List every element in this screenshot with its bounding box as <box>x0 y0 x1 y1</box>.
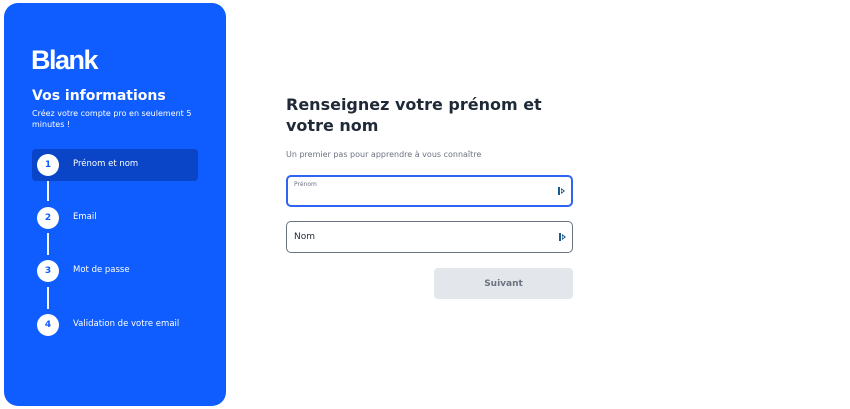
step-prenom-et-nom: 1 Prénom et nom <box>32 149 198 181</box>
first-name-label: Prénom <box>294 181 317 188</box>
next-button[interactable]: Suivant <box>434 268 573 299</box>
step-connector <box>47 233 49 255</box>
step-label: Mot de passe <box>73 265 130 275</box>
step-label: Prénom et nom <box>73 159 139 169</box>
step-validation-email: 4 Validation de votre email <box>32 309 198 341</box>
password-manager-icon[interactable] <box>558 186 566 196</box>
step-label: Validation de votre email <box>73 319 180 329</box>
sidebar-title: Vos informations <box>32 88 166 104</box>
sidebar-subtitle: Créez votre compte pro en seulement 5 mi… <box>32 109 192 129</box>
password-manager-icon[interactable] <box>559 232 567 242</box>
step-number: 2 <box>37 207 59 229</box>
step-label: Email <box>73 212 97 222</box>
step-email: 2 Email <box>32 202 198 234</box>
first-name-input[interactable] <box>294 189 544 203</box>
page-title: Renseignez votre prénom et votre nom <box>286 95 542 135</box>
step-number: 4 <box>37 314 59 336</box>
page-subtitle: Un premier pas pour apprendre à vous con… <box>286 150 482 159</box>
first-name-field[interactable]: Prénom <box>286 175 573 207</box>
step-connector <box>47 287 49 309</box>
step-mot-de-passe: 3 Mot de passe <box>32 255 198 287</box>
step-number: 1 <box>37 154 59 176</box>
step-number: 3 <box>37 260 59 282</box>
last-name-field[interactable]: Nom <box>286 221 573 253</box>
step-connector <box>47 179 49 201</box>
last-name-label: Nom <box>294 232 316 242</box>
brand-logo: Blank <box>31 45 99 75</box>
signup-sidebar: Blank Vos informations Créez votre compt… <box>4 3 226 406</box>
